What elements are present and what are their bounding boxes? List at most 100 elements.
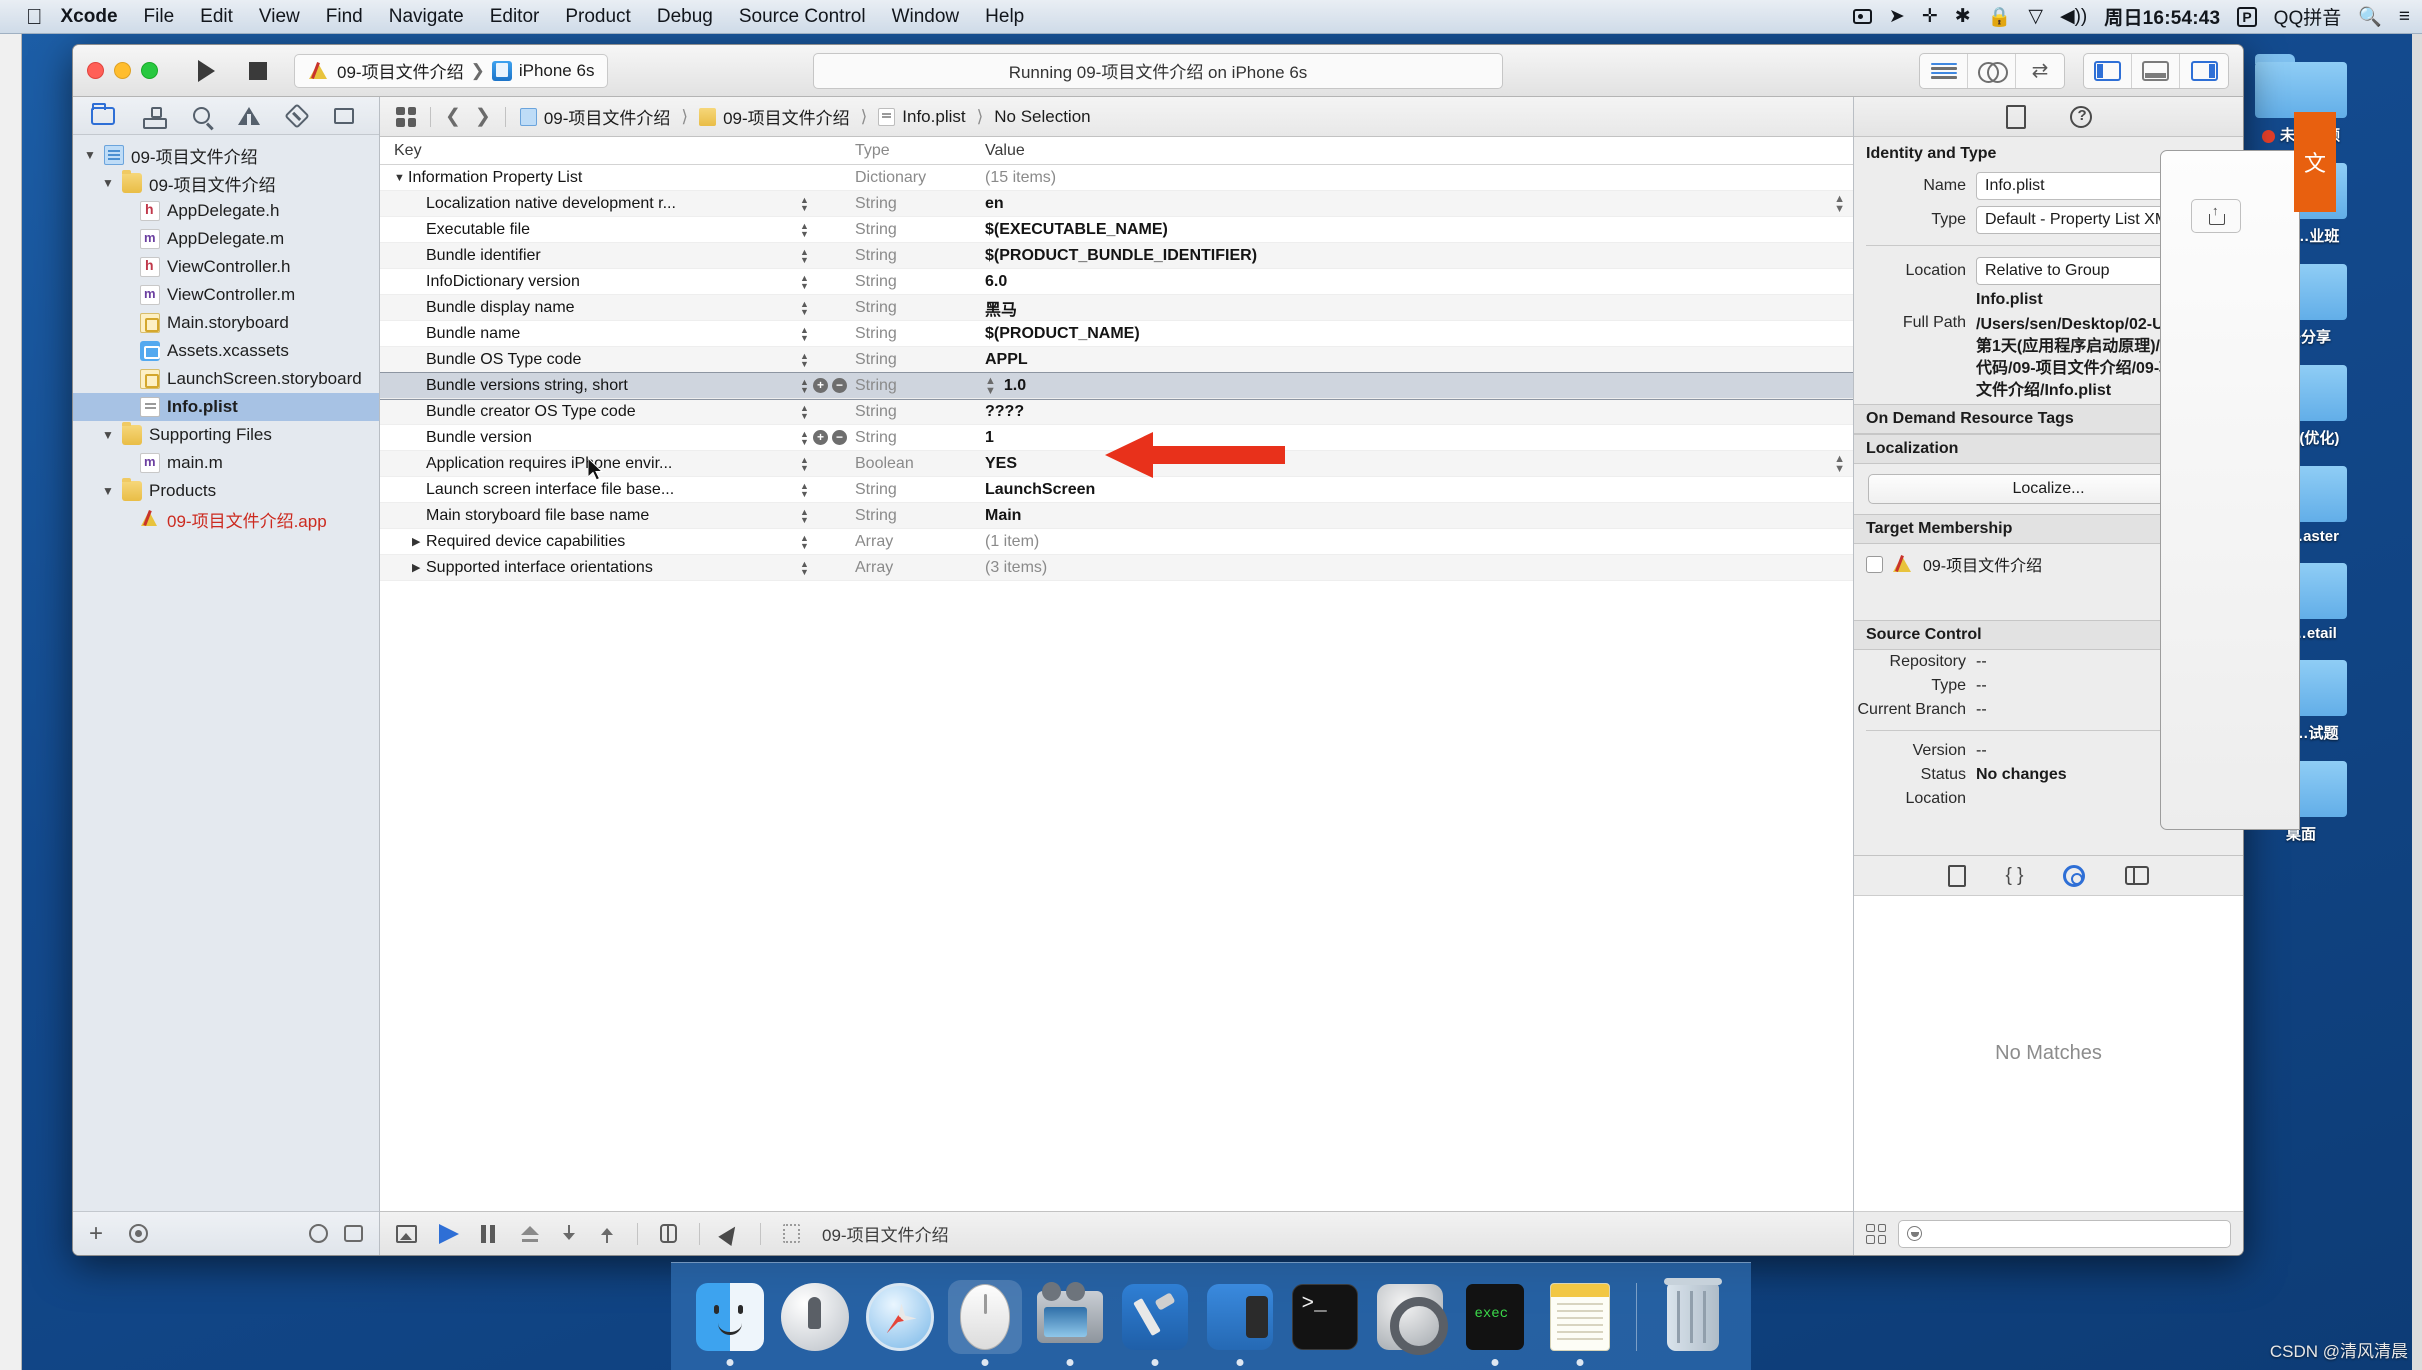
plist-value-cell[interactable]: APPL (985, 351, 1853, 369)
object-library-tab[interactable] (2063, 864, 2086, 887)
tree-item[interactable]: Main.storyboard (73, 309, 379, 337)
plist-key-cell[interactable]: Bundle versions string, short (380, 377, 800, 395)
filter-icon[interactable] (129, 1224, 149, 1243)
plist-row[interactable]: Bundle identifier ▲ ▼ String $(PRODUCT_BUNDL… (380, 243, 1853, 269)
view-hierarchy-icon[interactable] (660, 1224, 677, 1243)
dock-exec[interactable] (1458, 1280, 1532, 1366)
tree-item[interactable]: ViewController.m (73, 281, 379, 309)
flag-icon[interactable] (439, 1223, 459, 1244)
key-stepper-icon[interactable]: ▲ ▼ (800, 351, 809, 368)
plist-value-cell[interactable]: (1 item) (985, 533, 1853, 551)
dock-trash[interactable] (1656, 1277, 1730, 1354)
airplay-icon[interactable]: ✛ (1922, 5, 1938, 28)
boolean-value-stepper-icon[interactable]: ▲ ▼ (1834, 453, 1845, 474)
plist-value-cell[interactable]: ???? (985, 403, 1853, 421)
plist-value-cell[interactable]: 黑马 (985, 296, 1853, 320)
input-method-indicator[interactable]: QQ拼音 (2274, 3, 2342, 30)
disclosure-triangle-icon[interactable]: ▼ (101, 428, 115, 442)
menu-item-debug[interactable]: Debug (657, 6, 713, 28)
parallels-icon[interactable]: P (2237, 6, 2257, 27)
plist-row[interactable]: Bundle creator OS Type code ▲ ▼ String???? (380, 399, 1853, 425)
menu-item-window[interactable]: Window (892, 6, 960, 28)
remove-row-button[interactable]: − (832, 378, 847, 393)
plist-value-cell[interactable]: Main (985, 507, 1853, 525)
plist-key-cell[interactable]: Bundle OS Type code (380, 351, 800, 369)
plist-key-cell[interactable]: Launch screen interface file base... (380, 481, 800, 499)
plist-row[interactable]: Executable file ▲ ▼ String $(EXECUTABLE_NAME… (380, 217, 1853, 243)
location-simulate-icon[interactable] (718, 1221, 742, 1246)
column-header-key[interactable]: Key (380, 142, 800, 160)
test-navigator-tab[interactable] (284, 102, 310, 129)
utilities-toggle-button[interactable] (2180, 54, 2228, 88)
dock-xcode-device[interactable] (1203, 1280, 1277, 1366)
column-header-type[interactable]: Type (855, 142, 985, 160)
plist-value-cell[interactable]: ▲ ▼ 1.0 (985, 375, 1853, 396)
plist-type-cell[interactable]: Array (855, 559, 985, 577)
plist-row[interactable]: Bundle name ▲ ▼ String $(PRODUCT_NAME) (380, 321, 1853, 347)
plist-key-cell[interactable]: Bundle identifier (380, 247, 800, 265)
find-navigator-tab[interactable] (193, 105, 210, 127)
plist-key-cell[interactable]: Bundle version (380, 429, 800, 447)
zoom-button[interactable] (141, 62, 158, 79)
plist-key-cell[interactable]: Bundle display name (380, 299, 800, 317)
forward-button[interactable]: ❯ (475, 105, 491, 128)
plist-key-cell[interactable]: Localization native development r... (380, 195, 800, 213)
key-stepper-icon[interactable]: ▲ ▼ (800, 299, 809, 316)
plist-row[interactable]: ▶ Required device capabilities ▲ ▼ Array (1 i… (380, 529, 1853, 555)
plist-type-cell[interactable]: String (855, 273, 985, 291)
plist-type-cell[interactable]: String (855, 351, 985, 369)
tree-item[interactable]: Info.plist (73, 393, 379, 421)
plist-type-cell[interactable]: String (855, 247, 985, 265)
dock-finder[interactable] (693, 1280, 767, 1366)
plist-value-cell[interactable]: LaunchScreen (985, 481, 1853, 499)
disclosure-triangle-icon[interactable]: ▼ (83, 148, 97, 162)
bluetooth-icon[interactable]: ✱ (1955, 5, 1971, 28)
plist-type-cell[interactable]: String (855, 377, 985, 395)
plist-key-cell[interactable]: Main storyboard file base name (380, 507, 800, 525)
menu-item-view[interactable]: View (259, 6, 300, 28)
tree-item[interactable]: ▼ Supporting Files (73, 421, 379, 449)
dock-notes[interactable] (1543, 1280, 1617, 1366)
file-template-library-tab[interactable] (1947, 864, 1966, 887)
navigator-toggle-button[interactable] (2084, 53, 2132, 88)
close-button[interactable] (87, 62, 104, 79)
row-value-stepper-icon[interactable]: ▲ ▼ (1834, 193, 1845, 214)
debug-navigator-tab[interactable] (334, 105, 354, 127)
menubar-clock[interactable]: 周日16:54:43 (2104, 3, 2220, 30)
breadcrumb-project[interactable]: 09-项目文件介绍 (544, 104, 671, 129)
plist-type-cell[interactable]: String (855, 221, 985, 239)
key-stepper-icon[interactable]: ▲ ▼ (800, 559, 809, 576)
tree-item[interactable]: 09-项目文件介绍.app (73, 505, 379, 533)
disclosure-triangle-icon[interactable]: ▼ (101, 484, 115, 498)
project-file-tree[interactable]: ▼ 09-项目文件介绍 ▼ 09-项目文件介绍 AppDelegate.h AppDele… (73, 135, 379, 1211)
plist-value-cell[interactable]: 6.0 (985, 273, 1853, 291)
disclosure-triangle-icon[interactable]: ▶ (412, 561, 426, 574)
plist-type-cell[interactable]: String (855, 325, 985, 343)
plist-type-cell[interactable]: Boolean (855, 455, 985, 473)
tree-item[interactable]: ▼ 09-项目文件介绍 (73, 141, 379, 169)
breadcrumb-file[interactable]: Info.plist (902, 107, 965, 127)
run-button[interactable] (180, 53, 232, 89)
lock-icon[interactable]: 🔒 (1988, 5, 2012, 29)
key-stepper-icon[interactable]: ▲ ▼ (800, 195, 809, 212)
plist-type-cell[interactable]: String (855, 403, 985, 421)
notification-center-icon[interactable]: ≡ (2399, 6, 2410, 28)
plist-value-cell[interactable]: $(EXECUTABLE_NAME) (985, 221, 1853, 239)
tree-item[interactable]: ▼ Products (73, 477, 379, 505)
spotlight-search-icon[interactable]: 🔍 (2358, 5, 2382, 29)
plist-row[interactable]: Main storyboard file base name ▲ ▼ String Ma… (380, 503, 1853, 529)
target-membership-checkbox[interactable] (1866, 555, 1883, 573)
stop-button[interactable] (232, 53, 284, 89)
view-debugging-icon[interactable] (396, 1224, 417, 1243)
dock-mouse-app[interactable] (947, 1279, 1022, 1366)
tree-item[interactable]: AppDelegate.h (73, 197, 379, 225)
code-snippet-library-tab[interactable]: { } (2006, 865, 2024, 887)
menu-item-help[interactable]: Help (985, 6, 1024, 28)
disclosure-triangle-icon[interactable]: ▼ (394, 172, 408, 184)
plist-value-cell[interactable]: (15 items) (985, 169, 1853, 187)
plist-row[interactable]: ▼ Information Property List Dictionary (15 … (380, 165, 1853, 191)
key-stepper-icon[interactable]: ▲ ▼ (800, 403, 809, 420)
tree-item[interactable]: main.m (73, 449, 379, 477)
project-navigator-tab[interactable] (91, 102, 115, 127)
file-inspector-tab[interactable] (2005, 104, 2026, 129)
